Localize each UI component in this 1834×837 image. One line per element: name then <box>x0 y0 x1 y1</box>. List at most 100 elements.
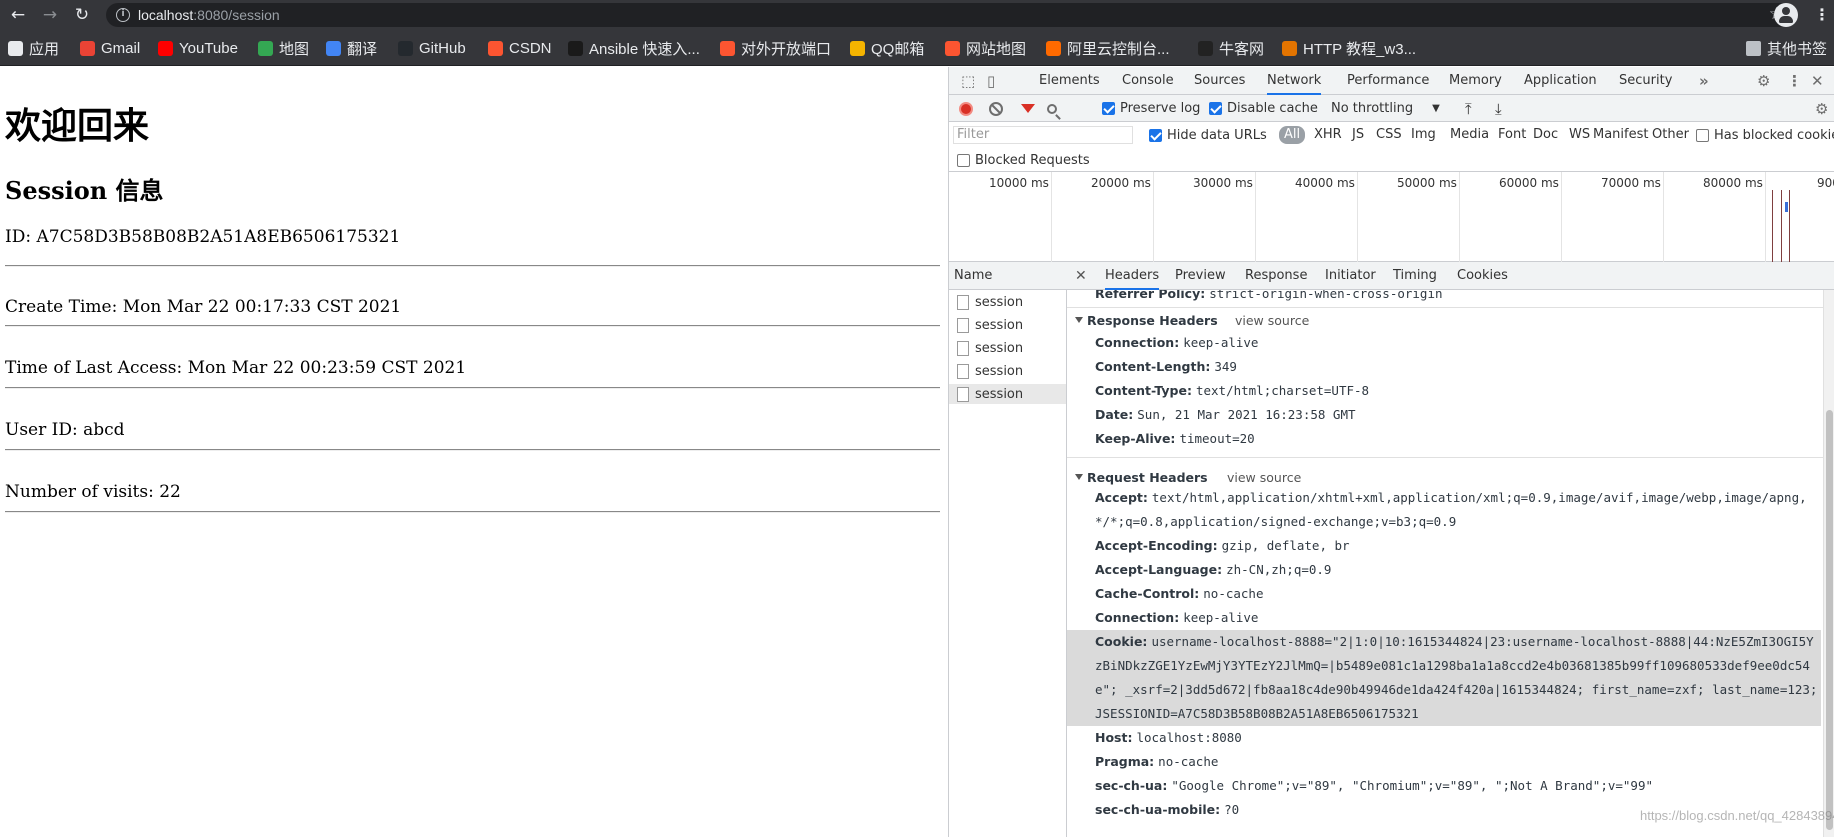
scrollbar-thumb[interactable] <box>1826 410 1833 830</box>
tab-console[interactable]: Console <box>1122 67 1174 95</box>
other-bookmarks-label: 其他书签 <box>1767 40 1828 58</box>
hide-data-urls-checkbox[interactable]: Hide data URLs <box>1149 122 1267 148</box>
tab-performance[interactable]: Performance <box>1347 67 1429 95</box>
browser-menu-icon[interactable]: ⋮ <box>1814 4 1830 26</box>
bookmark-item[interactable]: HTTP 教程_w3... <box>1282 38 1416 58</box>
network-toolbar: Preserve log Disable cache No throttling… <box>949 95 1834 122</box>
bookmark-item[interactable]: 对外开放端口 <box>720 38 831 58</box>
filter-input[interactable]: Filter <box>953 126 1133 144</box>
request-row[interactable]: session <box>949 315 1066 335</box>
bookmark-item[interactable]: QQ邮箱 <box>850 38 924 58</box>
detail-tab-initiator[interactable]: Initiator <box>1325 262 1376 290</box>
header-row: Content-Type: text/html;charset=UTF-8 <box>1095 379 1821 403</box>
header-value: username-localhost-8888="2|1:0|10:161534… <box>1095 634 1818 721</box>
bookmark-item[interactable]: CSDN <box>488 38 552 58</box>
reload-icon[interactable]: ↻ <box>70 4 94 26</box>
response-view-source-link[interactable]: view source <box>1235 313 1309 328</box>
tab-security[interactable]: Security <box>1619 67 1672 95</box>
devtools-panel: ⬚ ▯ » ⚙ ⋮ ✕ Elements Console Sources Networ… <box>948 67 1834 837</box>
throttling-select[interactable]: No throttling ▼ <box>1331 95 1440 122</box>
bookmark-item[interactable]: 地图 <box>258 38 309 58</box>
type-filter-all[interactable]: All <box>1279 126 1306 144</box>
name-column-header[interactable]: Name <box>949 262 1067 290</box>
header-key: Accept-Encoding: <box>1095 538 1218 553</box>
header-row-referrer-policy: Referrer Policy: strict-origin-when-cross… <box>1095 290 1821 304</box>
detail-tab-preview[interactable]: Preview <box>1175 262 1226 290</box>
last-access-line: Time of Last Access: Mon Mar 22 00:23:59… <box>5 358 467 378</box>
response-headers-toggle[interactable]: Response Headers <box>1075 313 1218 328</box>
filter-toggle[interactable] <box>1021 95 1035 122</box>
details-scrollbar[interactable] <box>1823 290 1834 837</box>
triangle-down-icon <box>1075 317 1083 323</box>
other-bookmarks[interactable]: 其他书签 <box>1746 38 1827 58</box>
close-devtools-icon[interactable]: ✕ <box>1811 67 1824 95</box>
header-row: Connection: keep-alive <box>1095 331 1821 355</box>
type-filter-doc[interactable]: Doc <box>1533 126 1558 144</box>
bookmark-item[interactable]: Gmail <box>80 38 140 58</box>
search-button[interactable] <box>1047 95 1057 122</box>
header-row: Keep-Alive: timeout=20 <box>1095 427 1821 451</box>
device-toolbar-icon[interactable]: ▯ <box>987 67 995 95</box>
type-filter-ws[interactable]: WS <box>1569 126 1590 144</box>
disable-cache-checkbox[interactable]: Disable cache <box>1209 95 1318 122</box>
detail-tab-headers[interactable]: Headers <box>1105 262 1160 290</box>
has-blocked-cookies-label: Has blocked cookies <box>1714 127 1834 143</box>
devtools-menu-icon[interactable]: ⋮ <box>1787 67 1802 95</box>
more-tabs-icon[interactable]: » <box>1699 67 1709 95</box>
record-button[interactable] <box>959 95 973 122</box>
type-filter-img[interactable]: Img <box>1411 126 1436 144</box>
bookmark-item[interactable]: 应用 <box>8 38 59 58</box>
header-key: sec-ch-ua: <box>1095 778 1168 793</box>
detail-tab-response[interactable]: Response <box>1245 262 1307 290</box>
bookmark-item[interactable]: 网站地图 <box>945 38 1026 58</box>
network-timeline-overview[interactable]: 10000 ms 20000 ms 30000 ms 40000 ms 50000 ms… <box>949 172 1834 262</box>
type-filter-other[interactable]: Other <box>1652 126 1689 144</box>
bookmark-item[interactable]: 翻译 <box>326 38 377 58</box>
type-filter-manifest[interactable]: Manifest <box>1593 126 1648 144</box>
forward-arrow-icon[interactable]: → <box>38 4 62 26</box>
detail-tab-timing[interactable]: Timing <box>1393 262 1437 290</box>
info-icon[interactable]: i <box>116 8 130 22</box>
type-filter-css[interactable]: CSS <box>1376 126 1402 144</box>
request-row[interactable]: session <box>949 361 1066 381</box>
request-view-source-link[interactable]: view source <box>1227 470 1301 485</box>
section-divider <box>1067 457 1823 458</box>
blocked-requests-checkbox[interactable]: Blocked Requests <box>957 148 1090 172</box>
request-row[interactable]: session <box>949 292 1066 312</box>
detail-tab-cookies[interactable]: Cookies <box>1457 262 1508 290</box>
request-row[interactable]: session <box>949 338 1066 358</box>
type-filter-js[interactable]: JS <box>1352 126 1364 144</box>
request-headers-toggle[interactable]: Request Headers <box>1075 470 1208 485</box>
tab-elements[interactable]: Elements <box>1039 67 1100 95</box>
bookmark-item[interactable]: 牛客网 <box>1198 38 1264 58</box>
export-har-icon[interactable]: ⤓ <box>1495 95 1502 122</box>
preserve-log-checkbox[interactable]: Preserve log <box>1102 95 1200 122</box>
inspect-element-icon[interactable]: ⬚ <box>961 67 975 95</box>
profile-avatar-icon[interactable] <box>1774 3 1798 27</box>
headers-pane: Referrer Policy: strict-origin-when-cross… <box>1067 290 1823 837</box>
type-filter-media[interactable]: Media <box>1450 126 1489 144</box>
browser-toolbar: ← → ↻ i localhost:8080/session ☆ ⋮ <box>0 0 1834 30</box>
url-text[interactable]: localhost:8080/session <box>138 7 280 23</box>
has-blocked-cookies-checkbox[interactable]: Has blocked cookies <box>1696 122 1834 148</box>
network-settings-icon[interactable]: ⚙ <box>1815 95 1828 122</box>
import-har-icon[interactable]: ⤒ <box>1465 95 1472 122</box>
tab-network[interactable]: Network <box>1267 67 1322 95</box>
bookmark-item[interactable]: Ansible 快速入... <box>568 38 700 58</box>
tab-memory[interactable]: Memory <box>1449 67 1502 95</box>
bookmark-item[interactable]: GitHub <box>398 38 466 58</box>
close-details-icon[interactable]: ✕ <box>1075 262 1087 290</box>
back-arrow-icon[interactable]: ← <box>6 4 30 26</box>
settings-gear-icon[interactable]: ⚙ <box>1757 67 1770 95</box>
timeline-tick-label: 70000 ms <box>1601 176 1661 190</box>
request-row[interactable]: session <box>949 384 1066 404</box>
type-filter-font[interactable]: Font <box>1498 126 1526 144</box>
address-bar[interactable]: i localhost:8080/session ☆ <box>106 3 1794 27</box>
tab-sources[interactable]: Sources <box>1194 67 1245 95</box>
tab-application[interactable]: Application <box>1524 67 1597 95</box>
bookmark-item[interactable]: 阿里云控制台... <box>1046 38 1170 58</box>
bookmark-item[interactable]: YouTube <box>158 38 238 58</box>
clear-button[interactable] <box>989 95 1003 122</box>
clear-icon <box>989 101 1003 116</box>
type-filter-xhr[interactable]: XHR <box>1314 126 1342 144</box>
